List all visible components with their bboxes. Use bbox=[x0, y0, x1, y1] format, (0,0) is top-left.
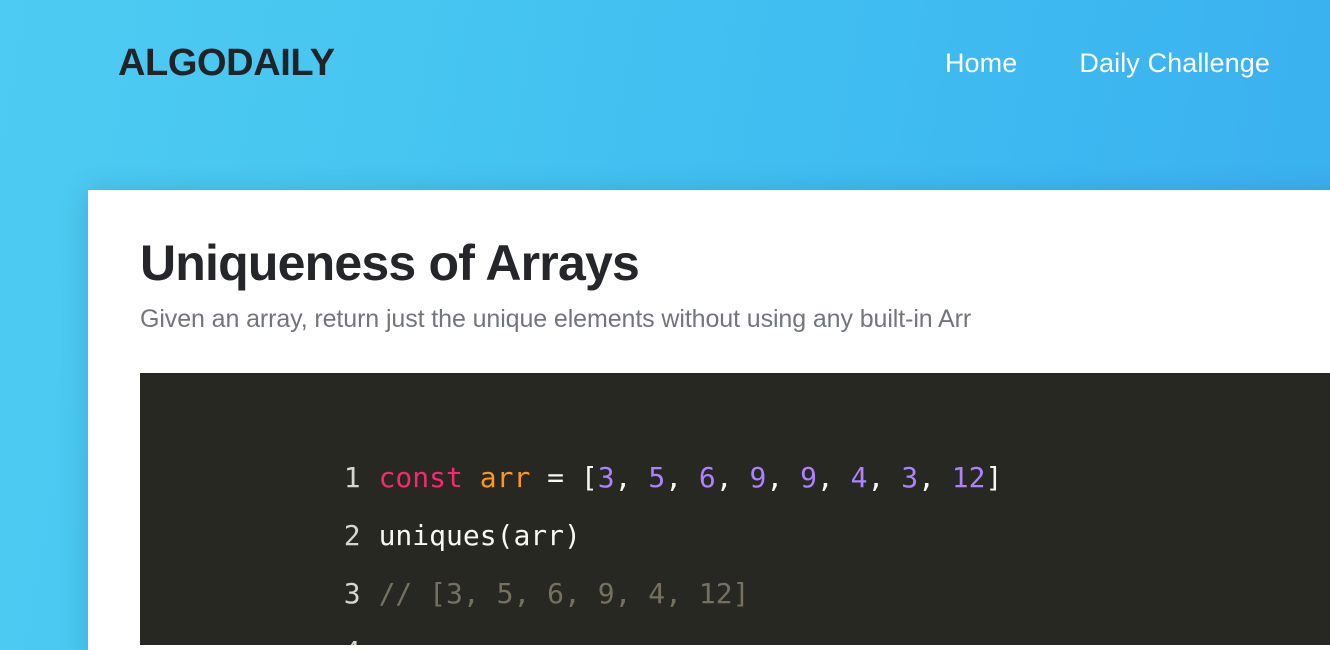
code-token-comment: // [3, 5, 6, 9, 4, 12] bbox=[378, 577, 750, 611]
code-token-comma: , bbox=[665, 461, 699, 495]
code-token-number: 9 bbox=[749, 461, 767, 495]
code-token-comma: , bbox=[614, 461, 649, 495]
code-token-comma: , bbox=[918, 461, 952, 495]
page-root: ALGODAILY Home Daily Challenge Uniquenes… bbox=[0, 0, 1330, 650]
top-navbar: ALGODAILY Home Daily Challenge bbox=[0, 0, 1330, 126]
page-title: Uniqueness of Arrays bbox=[140, 235, 640, 291]
code-token-number: 4 bbox=[850, 461, 868, 495]
code-line: 1 const arr = [3, 5, 6, 9, 9, 4, 3, 12] bbox=[140, 391, 1330, 494]
line-number: 1 bbox=[343, 461, 361, 495]
code-token-comma: , bbox=[715, 461, 750, 495]
nav-links: Home Daily Challenge bbox=[945, 49, 1272, 77]
nav-link-daily-challenge[interactable]: Daily Challenge bbox=[1079, 49, 1270, 77]
code-token-number: 6 bbox=[698, 461, 716, 495]
brand-logo[interactable]: ALGODAILY bbox=[118, 44, 335, 82]
line-number: 4 bbox=[335, 623, 361, 645]
code-token-number: 9 bbox=[800, 461, 817, 495]
code-token-comma: , bbox=[766, 461, 801, 495]
code-token-number: 5 bbox=[648, 461, 666, 495]
code-token-bracket: ] bbox=[985, 461, 1003, 495]
code-token-comma: , bbox=[867, 461, 902, 495]
code-token-number: 12 bbox=[951, 461, 986, 495]
content-card: Uniqueness of Arrays Given an array, ret… bbox=[88, 190, 1330, 650]
code-token-number: 3 bbox=[901, 461, 919, 495]
code-token-bracket: [ bbox=[580, 461, 598, 495]
line-number: 3 bbox=[343, 577, 361, 611]
code-token-number: 3 bbox=[597, 461, 615, 495]
problem-description: Given an array, return just the unique e… bbox=[140, 305, 972, 333]
code-token-variable: arr bbox=[479, 461, 531, 495]
code-token-comma: , bbox=[816, 461, 851, 495]
nav-link-home[interactable]: Home bbox=[945, 49, 1017, 77]
code-token-call: uniques(arr) bbox=[378, 519, 581, 553]
code-token-operator: = bbox=[547, 461, 565, 495]
code-token-keyword: const bbox=[378, 461, 463, 495]
content-card-inner: Uniqueness of Arrays Given an array, ret… bbox=[88, 190, 1330, 646]
line-number: 2 bbox=[343, 519, 361, 553]
code-block[interactable]: 1 const arr = [3, 5, 6, 9, 9, 4, 3, 12] 2… bbox=[140, 373, 1330, 646]
